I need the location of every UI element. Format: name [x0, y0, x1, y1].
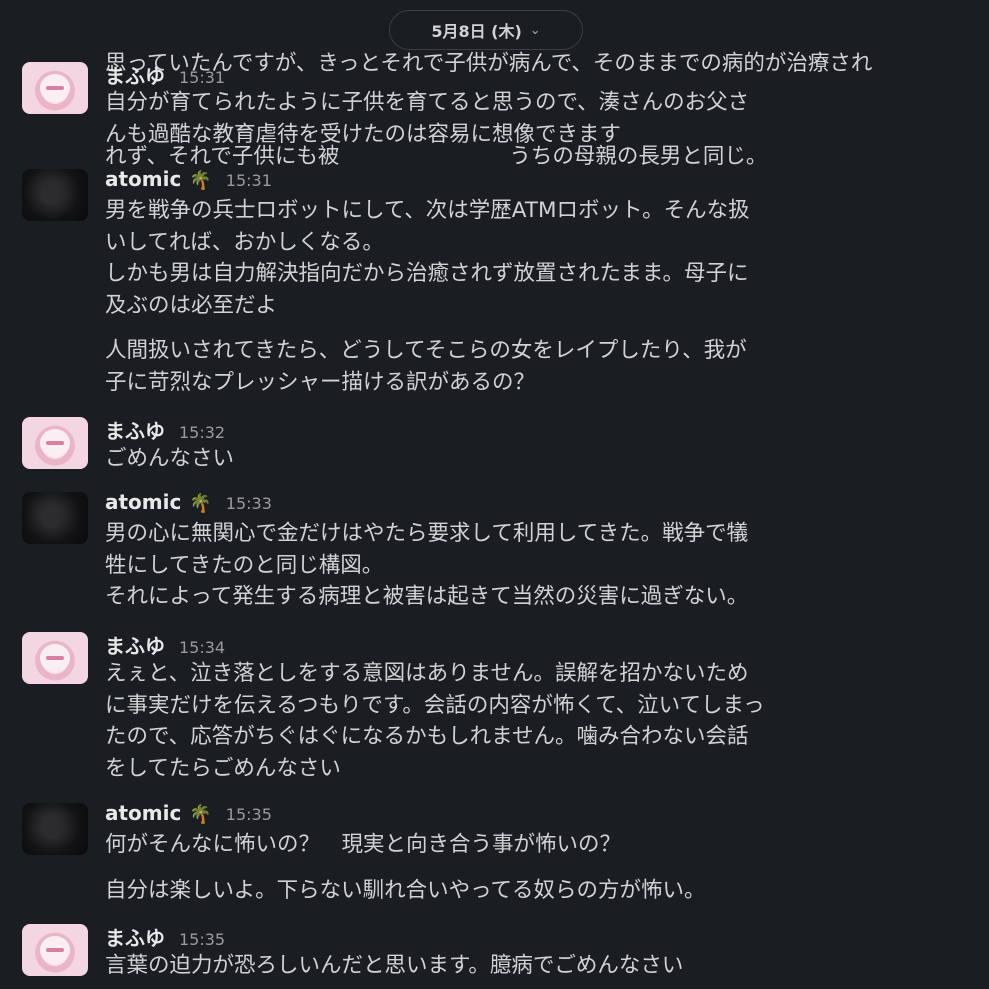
author-name[interactable]: まふゆ — [105, 60, 165, 89]
timestamp[interactable]: 15:35 — [179, 930, 225, 949]
timestamp[interactable]: 15:35 — [226, 805, 272, 824]
palm-tree-icon: 🌴 — [189, 804, 212, 825]
message-line: えぇと、泣き落としをする意図はありません。誤解を招かないため — [105, 661, 749, 686]
fragment-line-1: 思っていたんですが、きっとそれで子供が病んで、そのままでの病的が治療され — [105, 51, 873, 76]
avatar[interactable] — [22, 492, 88, 544]
message-line: 自分が育てられたように子供を育てると思うので、湊さんのお父さ — [105, 90, 750, 115]
avatar[interactable] — [22, 169, 88, 221]
message-line: いしてれば、おかしくなる。 — [105, 229, 384, 255]
chevron-down-icon: ⌄ — [529, 22, 541, 38]
message-line: をしてたらごめんなさい — [105, 755, 341, 781]
message-line: たので、応答がちぐはぐになるかもしれません。噛み合わない会話 — [105, 724, 749, 749]
avatar[interactable] — [22, 803, 88, 855]
author-name[interactable]: atomic — [105, 490, 181, 514]
message-line: ごめんなさい — [105, 446, 235, 471]
palm-tree-icon: 🌴 — [189, 493, 212, 514]
timestamp[interactable]: 15:33 — [226, 494, 272, 513]
message-line: 子に苛烈なプレッシャー描ける訳があるの？ — [105, 369, 536, 395]
avatar[interactable] — [22, 62, 88, 114]
message-text: 自分が育てられたように子供を育てると思うので、湊さんのお父さ んも過酷な教育虐待… — [105, 87, 965, 150]
message-line: 及ぶのは必至だよ — [105, 292, 278, 318]
message-text: 何がそんなに怖いの？ 現実と向き合う事が怖いの？ 自分は楽しいよ。下らない馴れ合… — [105, 829, 965, 906]
author-name[interactable]: atomic — [105, 167, 181, 191]
palm-tree-icon: 🌴 — [189, 170, 212, 191]
message-line: 自分は楽しいよ。下らない馴れ合いやってる奴らの方が怖い。 — [105, 877, 706, 903]
message-text: えぇと、泣き落としをする意図はありません。誤解を招かないため に事実だけを伝える… — [105, 658, 965, 784]
timestamp[interactable]: 15:32 — [179, 423, 225, 442]
avatar[interactable] — [22, 417, 88, 469]
author-name[interactable]: atomic — [105, 801, 181, 825]
message-line: に事実だけを伝えるつもりです。会話の内容が怖くて、泣いてしまっ — [105, 692, 765, 718]
message-line: 男を戦争の兵士ロボットにして、次は学歴ATMロボット。そんな扱 — [105, 198, 750, 223]
message-line: んも過酷な教育虐待を受けたのは容易に想像できます — [105, 121, 622, 147]
message-line: それによって発生する病理と被害は起きて当然の災害に過ぎない。 — [105, 584, 749, 609]
date-label: 5月8日 (木) — [431, 22, 522, 41]
chat-window: 思っていたんですが、きっとそれで子供が病んで、そのままでの病的が治療され れず、… — [0, 0, 989, 989]
timestamp[interactable]: 15:31 — [226, 171, 272, 190]
timestamp[interactable]: 15:31 — [179, 68, 225, 87]
avatar[interactable] — [22, 924, 88, 976]
message-line: 何がそんなに怖いの？ 現実と向き合う事が怖いの？ — [105, 832, 622, 857]
author-name[interactable]: まふゆ — [105, 630, 165, 659]
author-name[interactable]: まふゆ — [105, 415, 165, 444]
date-divider-button[interactable]: 5月8日 (木) ⌄ — [389, 10, 583, 50]
message-text: 言葉の迫力が恐ろしいんだと思います。臆病でごめんなさい — [105, 950, 965, 982]
avatar[interactable] — [22, 632, 88, 684]
message-line: 牲にしてきたのと同じ構図。 — [105, 552, 384, 578]
message-line: 言葉の迫力が恐ろしいんだと思います。臆病でごめんなさい — [105, 953, 684, 978]
message-text: 男の心に無関心で金だけはやたら要求して利用してきた。戦争で犠 牲にしてきたのと同… — [105, 518, 965, 613]
timestamp[interactable]: 15:34 — [179, 638, 225, 657]
message-text: 男を戦争の兵士ロボットにして、次は学歴ATMロボット。そんな扱 いしてれば、おか… — [105, 195, 965, 398]
message-line: 人間扱いされてきたら、どうしてそこらの女をレイプしたり、我が — [105, 338, 747, 363]
message-text: ごめんなさい — [105, 443, 965, 475]
message-line: しかも男は自力解決指向だから治癒されず放置されたまま。母子に — [105, 261, 749, 286]
author-name[interactable]: まふゆ — [105, 922, 165, 951]
message-line: 男の心に無関心で金だけはやたら要求して利用してきた。戦争で犠 — [105, 521, 749, 546]
